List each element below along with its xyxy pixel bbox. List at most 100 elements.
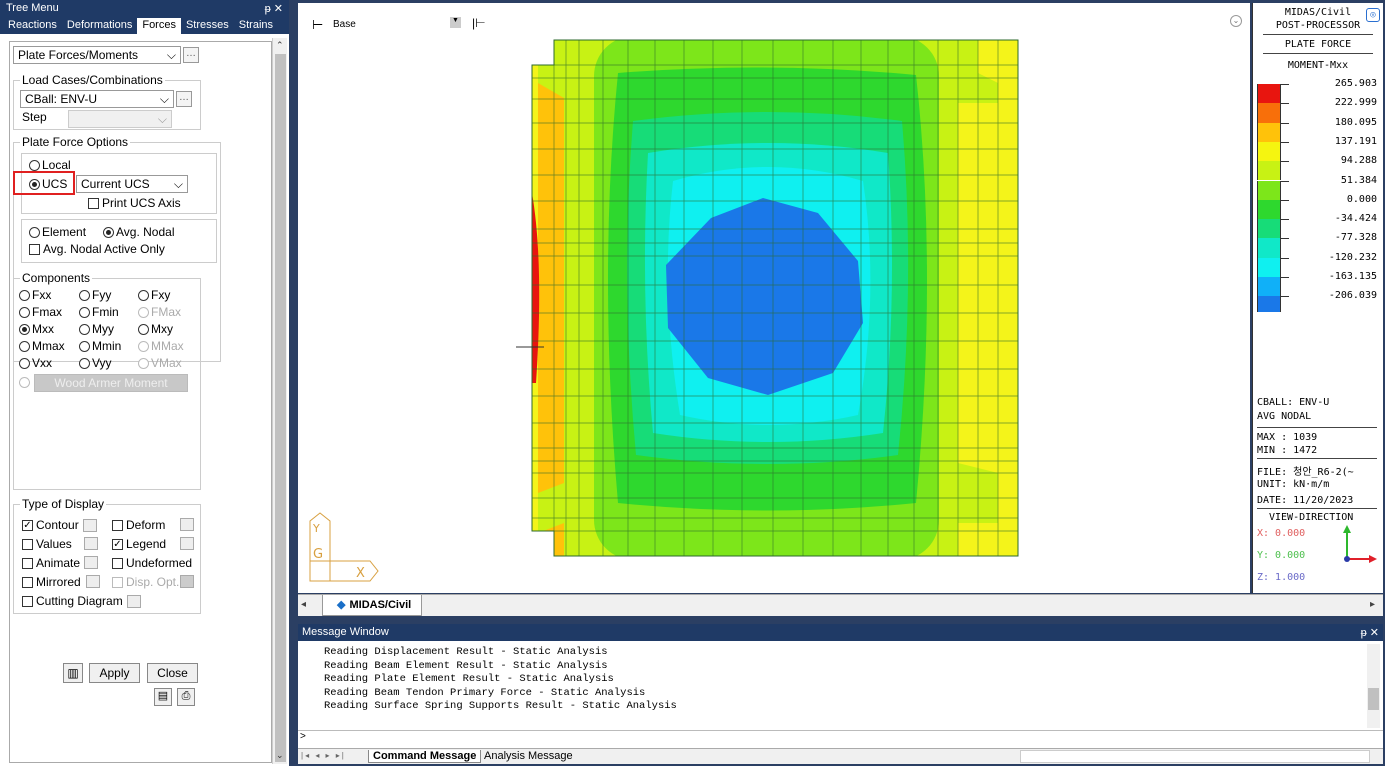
close-button[interactable]: Close — [147, 663, 198, 683]
avg-nodal-radio[interactable]: Avg. Nodal — [103, 225, 174, 239]
legend-options-button[interactable] — [180, 537, 194, 550]
deform-options-button[interactable] — [180, 518, 194, 531]
legend-divider-3 — [1257, 508, 1377, 509]
local-radio[interactable]: Local — [29, 158, 71, 172]
mmax-abs-radio[interactable]: MMax — [138, 339, 184, 353]
legend-header-2: POST-PROCESSOR — [1275, 20, 1361, 31]
message-line: Reading Beam Element Result - Static Ana… — [324, 659, 608, 672]
mxx-radio[interactable]: Mxx — [19, 322, 54, 336]
avg-nodal-active-checkbox[interactable]: Avg. Nodal Active Only — [29, 242, 165, 256]
print-ucs-axis-checkbox[interactable]: Print UCS Axis — [88, 196, 181, 210]
tab-scroll-left-icon[interactable]: ◂ — [301, 599, 306, 610]
fmax-radio[interactable]: Fmax — [19, 305, 62, 319]
legend-tick — [1281, 161, 1289, 163]
mmax-radio[interactable]: Mmax — [19, 339, 65, 353]
legend-swatch — [1257, 238, 1281, 258]
legend-tick — [1281, 277, 1289, 278]
scroll-up-icon[interactable]: ⌃ — [276, 40, 284, 51]
ucs-select[interactable]: Current UCS ⌵ — [76, 175, 188, 193]
load-case-options-button[interactable]: … — [176, 91, 192, 107]
message-line: Reading Surface Spring Supports Result -… — [324, 700, 677, 712]
step-select[interactable]: ⌵ — [68, 110, 172, 128]
legend-value: -34.424 — [1334, 213, 1377, 225]
values-options-button[interactable] — [84, 537, 98, 550]
load-case-select[interactable]: CBall: ENV-U ⌵ — [20, 90, 174, 108]
chevron-down-icon: ⌵ — [173, 176, 183, 191]
mxy-radio[interactable]: Mxy — [138, 322, 173, 336]
tab-strains[interactable]: Strains — [234, 18, 278, 34]
chevron-down-icon: ⌵ — [159, 91, 169, 106]
cutting-diagram-options-button[interactable] — [126, 594, 141, 608]
function-options-button[interactable]: … — [183, 47, 199, 63]
fmin-radio[interactable]: Fmin — [79, 305, 119, 319]
command-input[interactable]: > — [298, 730, 1383, 748]
disp-opt-checkbox[interactable]: Disp. Opt. — [112, 575, 179, 589]
values-checkbox[interactable]: Values — [22, 537, 72, 551]
cutting-diagram-checkbox[interactable]: Cutting Diagram — [22, 594, 141, 608]
message-scrollbar[interactable] — [1367, 644, 1380, 728]
message-window: Message Window ᵽ ✕ Reading Displacement R… — [298, 624, 1383, 764]
wood-armer-radio[interactable] — [19, 377, 32, 388]
contour-options-button[interactable] — [82, 518, 97, 532]
vyy-radio[interactable]: Vyy — [79, 356, 112, 370]
mmin-radio[interactable]: Mmin — [79, 339, 121, 353]
svg-text:G: G — [313, 547, 323, 562]
fmax-abs-label: FMax — [151, 305, 181, 319]
tab-forces[interactable]: Forces — [137, 18, 181, 34]
mmin-label: Mmin — [92, 339, 122, 353]
vxx-radio[interactable]: Vxx — [19, 356, 52, 370]
legend-checkbox[interactable]: ✓ Legend — [112, 537, 166, 551]
view-tab-bar: ◂ ◆ MIDAS/Civil ▸ — [298, 594, 1383, 616]
legend-tick — [1281, 141, 1289, 143]
capture-icon[interactable]: ◎ — [1366, 8, 1380, 22]
contour-checkbox[interactable]: ✓ Contour — [22, 518, 97, 532]
message-nav-icons[interactable]: |◂ ◂ ▸ ▸| — [301, 751, 346, 760]
chart-icon[interactable]: ▥ — [63, 663, 83, 683]
legend-divider — [1257, 427, 1377, 428]
pin-close-icon[interactable]: ᵽ ✕ — [265, 2, 283, 15]
print-icon[interactable]: ⎙ — [177, 688, 195, 706]
function-select[interactable]: Plate Forces/Moments ⌵ — [13, 46, 181, 64]
undeformed-checkbox[interactable]: Undeformed — [112, 556, 192, 570]
fyy-radio[interactable]: Fyy — [79, 288, 111, 302]
message-pin-close-icon[interactable]: ᵽ ✕ — [1361, 626, 1379, 639]
tab-deformations[interactable]: Deformations — [62, 18, 137, 34]
tab-stresses[interactable]: Stresses — [181, 18, 234, 34]
deform-label: Deform — [126, 518, 166, 532]
message-scroll-thumb[interactable] — [1368, 688, 1379, 710]
legend-subtitle: MOMENT-Mxx — [1287, 60, 1349, 71]
vmax-label: VMax — [151, 356, 182, 370]
tab-analysis-message[interactable]: Analysis Message — [480, 750, 577, 762]
tab-scroll-right-icon[interactable]: ▸ — [1370, 599, 1375, 610]
element-radio[interactable]: Element — [29, 225, 86, 239]
local-radio-label: Local — [42, 158, 71, 172]
apply-button[interactable]: Apply — [89, 663, 140, 683]
vmax-radio[interactable]: VMax — [138, 356, 182, 370]
deform-checkbox[interactable]: Deform — [112, 518, 165, 532]
mirrored-checkbox[interactable]: Mirrored — [22, 575, 81, 589]
table-icon[interactable]: ▤ — [154, 688, 172, 706]
legend-max: MAX : 1039 — [1257, 432, 1318, 443]
model-view[interactable]: ⊢ Base ▼ |⊢ ⌄ Y G X — [298, 3, 1250, 593]
wood-armer-button[interactable]: Wood Armer Moment — [34, 374, 188, 392]
mirrored-options-button[interactable] — [86, 575, 100, 588]
mmax-label: Mmax — [32, 339, 65, 353]
scroll-thumb[interactable] — [275, 54, 286, 762]
legend-y: Y: 0.000 — [1257, 550, 1306, 561]
ucs-radio[interactable]: UCS — [29, 177, 67, 191]
disp-opt-options-button[interactable] — [180, 575, 194, 588]
myy-radio[interactable]: Myy — [79, 322, 114, 336]
legend-unit: UNIT: kN·m/m — [1257, 479, 1330, 490]
tab-command-message[interactable]: Command Message — [368, 750, 482, 763]
scroll-down-icon[interactable]: ⌄ — [276, 750, 284, 761]
animate-options-button[interactable] — [84, 556, 98, 569]
legend-date: DATE: 11/20/2023 — [1257, 495, 1354, 506]
tab-reactions[interactable]: Reactions — [3, 18, 62, 34]
tab-midas-civil[interactable]: ◆ MIDAS/Civil — [322, 595, 422, 616]
horizontal-scrollbar[interactable] — [1020, 750, 1370, 763]
fmax-abs-radio[interactable]: FMax — [138, 305, 181, 319]
fxx-radio[interactable]: Fxx — [19, 288, 51, 302]
animate-checkbox[interactable]: Animate — [22, 556, 80, 570]
fxy-radio[interactable]: Fxy — [138, 288, 170, 302]
tree-scrollbar[interactable]: ⌃ ⌄ — [272, 38, 287, 764]
